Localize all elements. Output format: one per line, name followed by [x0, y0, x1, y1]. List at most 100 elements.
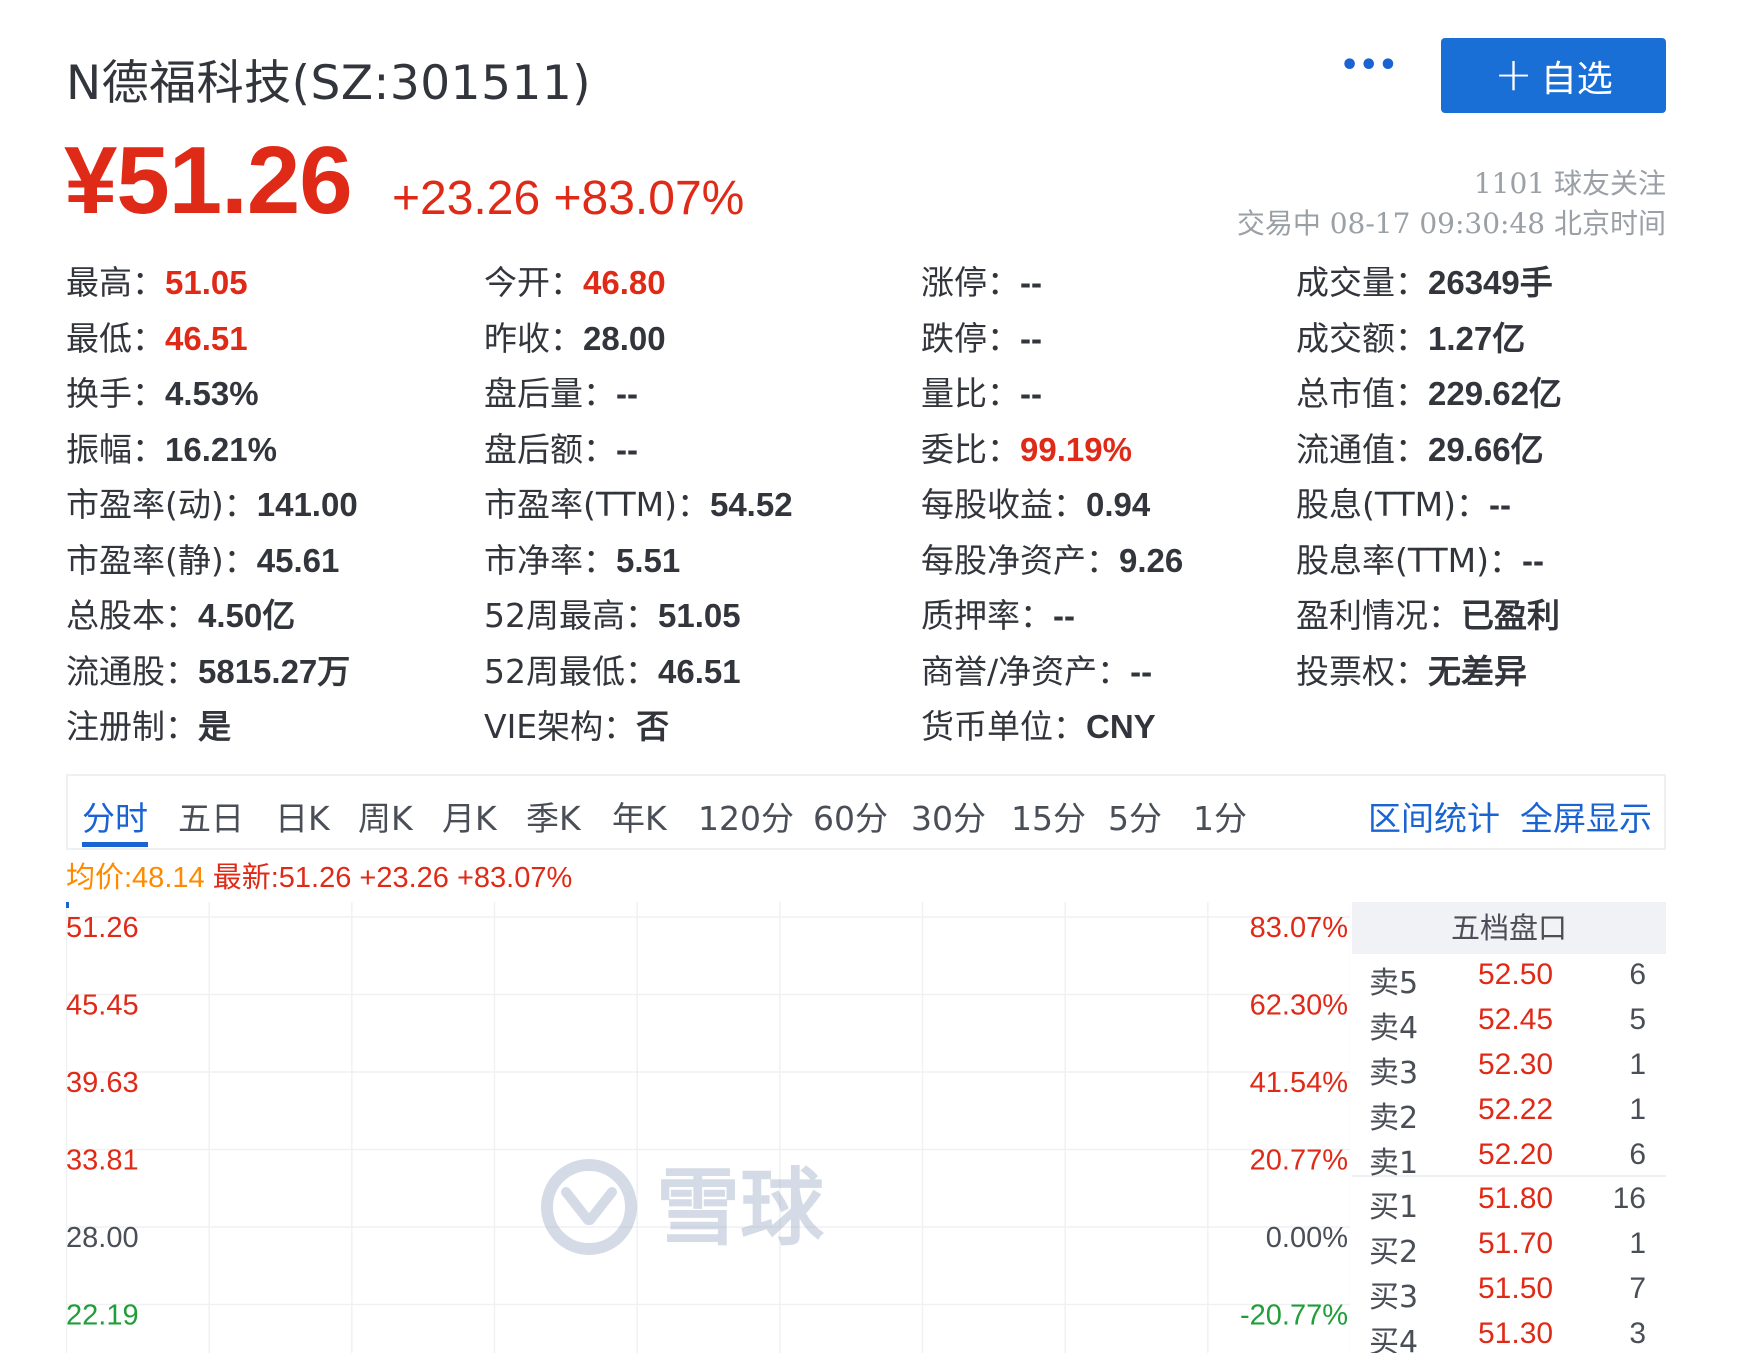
quote-stat-value: 26349手	[1428, 264, 1553, 301]
xueqiu-logo-mark	[561, 1187, 617, 1225]
xueqiu-logo-icon	[541, 1159, 637, 1255]
quote-stat: 总市值：229.62亿	[1296, 367, 1562, 415]
quote-stat-value: --	[1020, 320, 1042, 357]
followers-count[interactable]: 1101 球友关注	[1474, 162, 1666, 202]
y-tick-right: -20.77%	[1240, 1300, 1348, 1332]
quote-stat-value: 28.00	[583, 320, 666, 357]
tab-3[interactable]: 周K	[358, 792, 413, 840]
quote-stat-label: 市净率：	[484, 541, 616, 580]
ask-row: 卖5 52.50 6	[1352, 954, 1666, 1001]
intraday-chart[interactable]: 51.26 45.45 39.63 33.81 28.00 22.19 83.07% 62.3…	[66, 902, 1350, 1353]
quote-stat: 跌停：--	[921, 312, 1042, 360]
quote-row: 换手：4.53% 盘后量：-- 量比：-- 总市值：229.62亿	[66, 367, 1666, 415]
quote-stat-label: 每股收益：	[921, 485, 1086, 524]
quote-stat-label: 质押率：	[921, 596, 1053, 635]
quote-stat-label: 每股净资产：	[921, 541, 1119, 580]
quote-stat: 最高：51.05	[66, 256, 248, 304]
tab-11[interactable]: 5分	[1108, 792, 1162, 840]
quote-stat-value: 46.51	[165, 320, 248, 357]
order-price: 52.30	[1478, 1048, 1554, 1081]
tab-4[interactable]: 月K	[442, 792, 497, 840]
ask-row: 卖3 52.30 1	[1352, 1044, 1666, 1091]
tab-5[interactable]: 季K	[526, 792, 581, 840]
quote-stat-value: --	[1020, 264, 1042, 301]
order-volume: 16	[1612, 1182, 1646, 1215]
quote-stat: 换手：4.53%	[66, 367, 259, 415]
tab-2[interactable]: 日K	[275, 792, 330, 840]
tab-0[interactable]: 分时	[82, 792, 148, 840]
quote-stat: 每股净资产：9.26	[921, 534, 1183, 582]
y-tick-right: 0.00%	[1266, 1222, 1348, 1254]
range-stats-link[interactable]: 区间统计	[1368, 792, 1500, 840]
quote-stat: 流通股：5815.27万	[66, 645, 350, 693]
quote-stat: 52周最高：51.05	[484, 589, 741, 637]
quote-row: 市盈率(静)：45.61 市净率：5.51 每股净资产：9.26 股息率(TTM)：-…	[66, 534, 1666, 582]
quote-stat: VIE架构：否	[484, 700, 669, 748]
order-volume: 1	[1629, 1227, 1646, 1260]
quote-stat: 涨停：--	[921, 256, 1042, 304]
order-price: 52.22	[1478, 1093, 1554, 1126]
tab-1[interactable]: 五日	[178, 792, 244, 840]
order-price: 52.50	[1478, 958, 1554, 991]
quote-row: 振幅：16.21% 盘后额：-- 委比：99.19% 流通值：29.66亿	[66, 423, 1666, 471]
tab-12[interactable]: 1分	[1193, 792, 1247, 840]
quote-stat: 盘后额：--	[484, 423, 638, 471]
quote-stat: 盈利情况：已盈利	[1296, 589, 1560, 637]
tab-7[interactable]: 120分	[698, 792, 794, 840]
order-level-label: 买3	[1369, 1280, 1419, 1315]
quote-stat: 今开：46.80	[484, 256, 666, 304]
ask-row: 卖2 52.22 1	[1352, 1089, 1666, 1136]
y-tick-left: 51.26	[66, 912, 139, 944]
y-tick-right: 20.77%	[1250, 1145, 1348, 1177]
quote-stat-label: 成交额：	[1296, 319, 1428, 358]
xueqiu-watermark: 雪球	[541, 1159, 825, 1257]
order-level-label: 卖3	[1369, 1056, 1419, 1091]
order-volume: 6	[1629, 958, 1646, 991]
quote-stat-value: 否	[636, 708, 670, 745]
quote-stat-value: 1.27亿	[1428, 320, 1526, 357]
quote-stat-value: --	[1053, 597, 1075, 634]
chart-info-line: 均价:48.14 最新:51.26 +23.26 +83.07%	[66, 854, 572, 896]
order-price: 51.80	[1478, 1182, 1554, 1215]
quote-stat-value: 无差异	[1428, 653, 1527, 690]
quote-stat-label: 市盈率(静)：	[66, 541, 257, 580]
add-watchlist-button[interactable]: + 自选	[1441, 38, 1666, 113]
xueqiu-watermark-text: 雪球	[656, 1159, 825, 1257]
order-volume: 1	[1629, 1048, 1646, 1081]
more-options-icon[interactable]: •••	[1340, 51, 1398, 82]
quote-stat-label: 注册制：	[66, 707, 198, 746]
quote-stat-label: 货币单位：	[921, 707, 1086, 746]
order-level-label: 买4	[1369, 1325, 1419, 1353]
tab-6[interactable]: 年K	[612, 792, 667, 840]
quote-stat: 货币单位：CNY	[921, 700, 1156, 748]
tab-9[interactable]: 30分	[911, 792, 986, 840]
order-volume: 3	[1629, 1317, 1646, 1350]
intraday-chart-svg: 51.26 45.45 39.63 33.81 28.00 22.19 83.07% 62.3…	[66, 902, 1350, 1353]
quote-stat-value: 已盈利	[1461, 597, 1560, 634]
quote-stat-label: 市盈率(动)：	[66, 485, 257, 524]
quote-stat-value: 141.00	[256, 486, 358, 523]
quote-stat-value: 5.51	[616, 542, 681, 579]
quote-stat: 昨收：28.00	[484, 312, 666, 360]
quote-stat: 52周最低：46.51	[484, 645, 741, 693]
quote-stat-value: 46.80	[583, 264, 666, 301]
quote-stat-label: 投票权：	[1296, 652, 1428, 691]
tab-10[interactable]: 15分	[1011, 792, 1086, 840]
fullscreen-link[interactable]: 全屏显示	[1520, 792, 1652, 840]
quote-stat-label: 52周最高：	[484, 596, 658, 635]
quote-stat-value: --	[1488, 486, 1511, 523]
quote-stat-label: 振幅：	[66, 430, 165, 469]
quote-stat-value: --	[1020, 375, 1042, 412]
y-tick-right: 41.54%	[1250, 1067, 1348, 1099]
order-volume: 5	[1629, 1003, 1646, 1036]
quote-stat-value: CNY	[1086, 708, 1156, 745]
order-price: 52.20	[1478, 1138, 1554, 1171]
current-price: ¥51.26	[64, 127, 353, 234]
order-book-panel: 五档盘口 卖5 52.50 6 卖4 52.45 5 卖3 52.30 1 卖2 52.22 1 卖1 5…	[1352, 902, 1666, 1353]
order-volume: 6	[1629, 1138, 1646, 1171]
tab-8[interactable]: 60分	[813, 792, 888, 840]
quote-stat-label: 涨停：	[921, 263, 1020, 302]
order-level-label: 卖2	[1369, 1101, 1419, 1136]
quote-stat: 商誉/净资产：--	[921, 645, 1152, 693]
bid-row: 买4 51.30 3	[1352, 1313, 1666, 1353]
